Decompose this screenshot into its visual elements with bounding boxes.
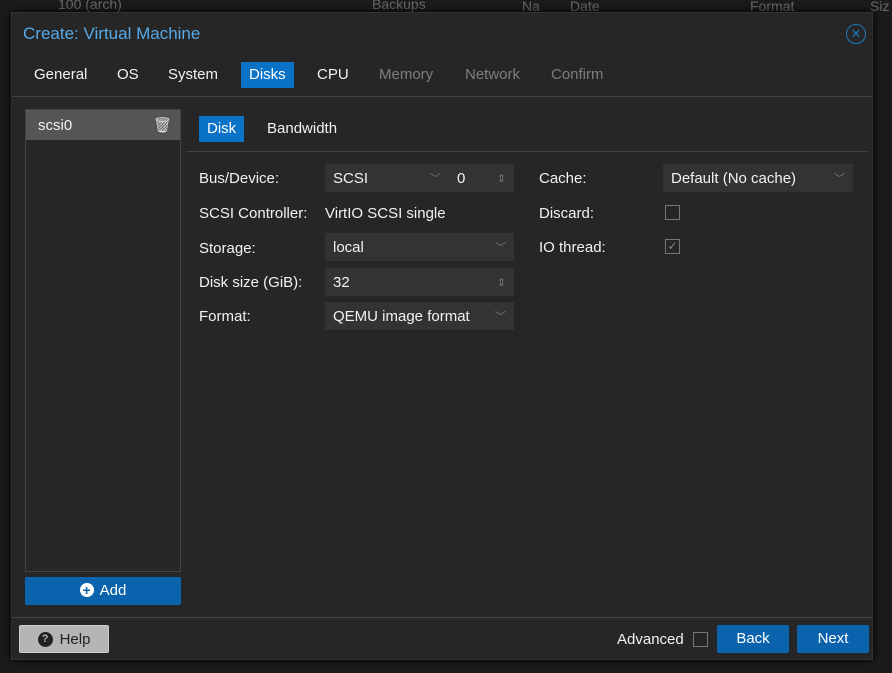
storage-value: local (333, 238, 364, 256)
spinner-icon[interactable]: ⇕ (497, 276, 506, 289)
spinner-icon[interactable]: ⇕ (497, 172, 506, 185)
dialog-title: Create: Virtual Machine (23, 24, 201, 43)
subtab-divider (187, 151, 867, 152)
cache-value: Default (No cache) (671, 169, 797, 187)
tab-confirm: Confirm (551, 66, 604, 83)
add-disk-button[interactable]: + Add (25, 577, 181, 605)
chevron-down-icon: ﹀ (430, 173, 441, 185)
bg-backups: Backups (372, 0, 426, 12)
disk-item-scsi0[interactable]: scsi0 🗑 (26, 110, 180, 140)
chevron-down-icon: ﹀ (834, 173, 845, 185)
cache-label: Cache: (539, 170, 587, 187)
disk-size-stepper[interactable]: 32 ⇕ (325, 268, 514, 296)
tab-disks[interactable]: Disks (241, 62, 294, 88)
create-vm-dialog: Create: Virtual Machine ✕ General OS Sys… (11, 12, 873, 660)
controller-value: VirtIO SCSI single (325, 205, 446, 222)
bus-value: SCSI (333, 169, 369, 187)
check-icon: ✓ (667, 239, 678, 253)
tab-network: Network (465, 66, 521, 83)
bus-label: Bus/Device: (199, 170, 280, 187)
iothread-checkbox[interactable]: ✓ (665, 239, 680, 254)
device-stepper[interactable]: 0 ⇕ (449, 164, 514, 192)
device-value: 0 (457, 169, 466, 187)
discard-checkbox[interactable] (665, 205, 680, 220)
tab-general[interactable]: General (26, 62, 95, 88)
footer-divider (12, 617, 872, 618)
controller-label: SCSI Controller: (199, 205, 308, 222)
subtab-disk[interactable]: Disk (199, 116, 245, 142)
disk-list: scsi0 🗑 (25, 109, 181, 572)
format-label: Format: (199, 308, 251, 325)
discard-label: Discard: (539, 205, 595, 222)
format-select[interactable]: QEMU image format ﹀ (325, 302, 514, 330)
divider (12, 96, 872, 97)
advanced-label: Advanced (617, 631, 684, 648)
close-icon[interactable]: ✕ (846, 24, 866, 44)
trash-icon[interactable]: 🗑 (153, 116, 172, 134)
next-button[interactable]: Next (797, 625, 869, 653)
chevron-down-icon: ﹀ (495, 242, 506, 254)
bg-vm-label: 100 (arch) (58, 0, 122, 12)
tab-memory: Memory (379, 66, 434, 83)
help-icon: ? (37, 631, 53, 647)
chevron-down-icon: ﹀ (495, 311, 506, 323)
size-value: 32 (333, 273, 350, 291)
help-button[interactable]: ? Help (19, 625, 109, 653)
cache-select[interactable]: Default (No cache) ﹀ (663, 164, 853, 192)
tab-os[interactable]: OS (109, 62, 147, 88)
bus-select[interactable]: SCSI ﹀ (325, 164, 449, 192)
storage-label: Storage: (199, 240, 256, 257)
plus-circle-icon: + (79, 583, 94, 597)
tab-system[interactable]: System (160, 62, 226, 88)
advanced-checkbox[interactable] (693, 632, 708, 647)
storage-select[interactable]: local ﹀ (325, 233, 514, 261)
back-button[interactable]: Back (717, 625, 789, 653)
help-label: Help (59, 630, 91, 648)
size-label: Disk size (GiB): (199, 274, 303, 291)
disk-item-label: scsi0 (38, 116, 73, 134)
tab-cpu[interactable]: CPU (309, 62, 357, 88)
format-value: QEMU image format (333, 307, 470, 325)
subtab-bandwidth[interactable]: Bandwidth (259, 116, 345, 142)
iothread-label: IO thread: (539, 239, 606, 256)
add-label: Add (99, 582, 127, 599)
